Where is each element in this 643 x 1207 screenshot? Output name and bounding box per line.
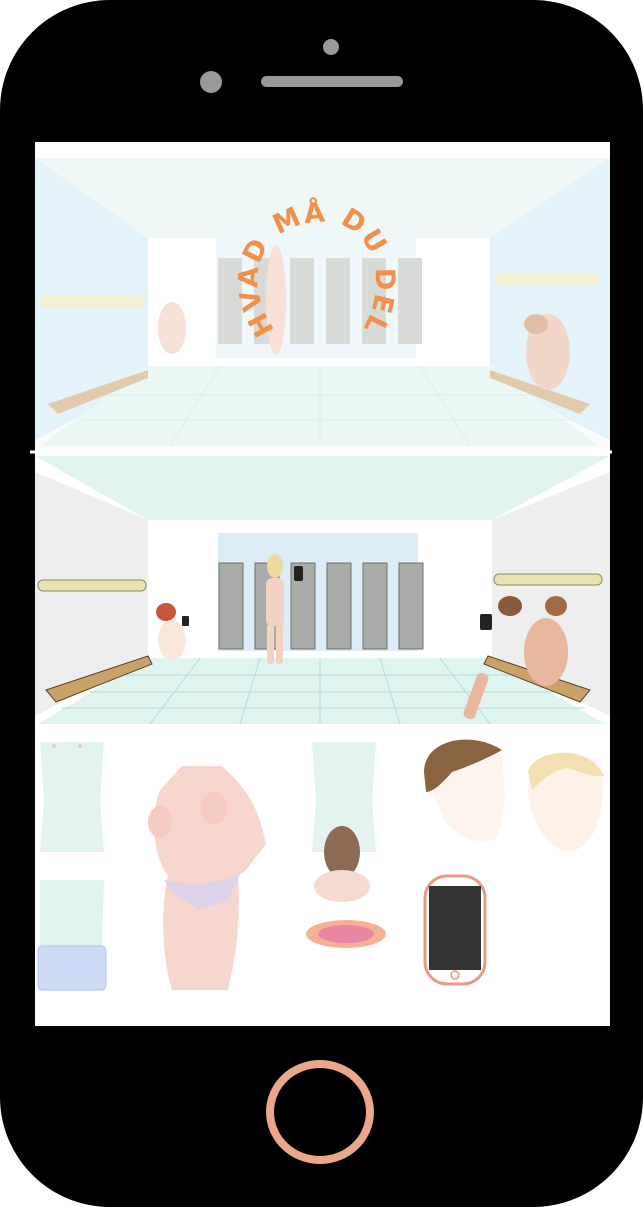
front-camera-icon bbox=[323, 39, 339, 55]
sensor-dot-icon bbox=[200, 71, 222, 93]
torso-with-shorts bbox=[37, 880, 107, 991]
coat-hooks-left bbox=[37, 579, 147, 592]
coat-hooks-right bbox=[493, 573, 603, 586]
torso-pale bbox=[40, 742, 104, 852]
smartphone-icon bbox=[423, 874, 487, 986]
speaker-slot-icon bbox=[261, 76, 403, 87]
locker-room-scene-faded bbox=[35, 158, 610, 448]
home-button[interactable] bbox=[266, 1060, 374, 1164]
locker-room-scene bbox=[35, 456, 610, 726]
phone-frame: HVAD MÅ DU DELE? bbox=[0, 0, 643, 1207]
intimate-area bbox=[306, 920, 386, 948]
